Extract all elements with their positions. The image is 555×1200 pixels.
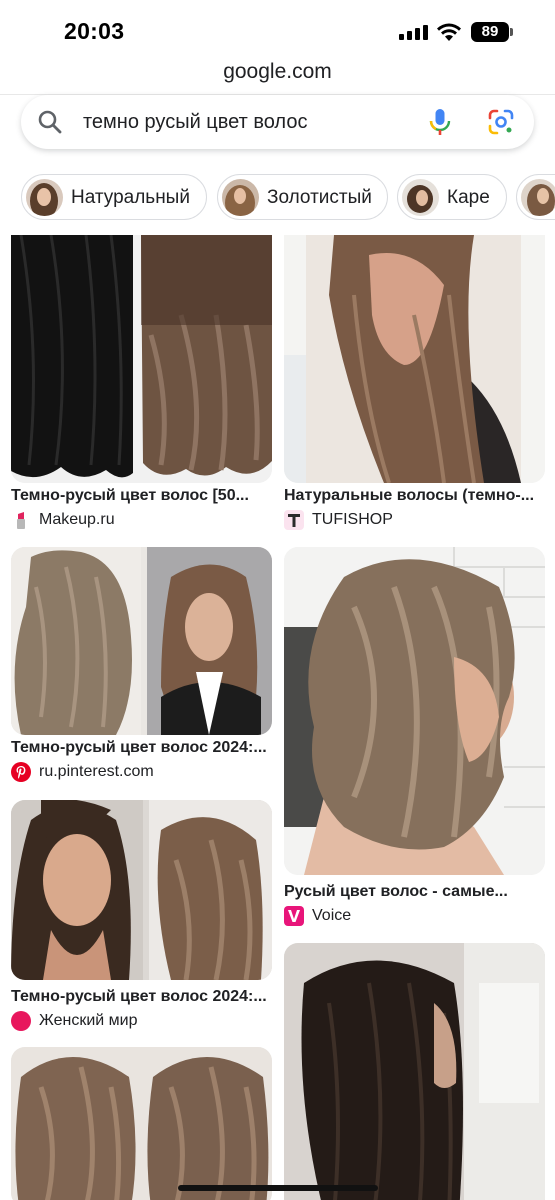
image-result[interactable]: Русый цвет волос - самые... Voice bbox=[284, 547, 545, 927]
result-image[interactable] bbox=[284, 547, 545, 875]
result-image[interactable] bbox=[11, 547, 272, 735]
chip-natural[interactable]: Натуральный bbox=[21, 174, 207, 220]
browser-url[interactable]: google.com bbox=[0, 60, 555, 84]
home-indicator[interactable] bbox=[178, 1185, 378, 1191]
result-title[interactable]: Темно-русый цвет волос 2024:... bbox=[11, 739, 272, 757]
image-result[interactable]: Темно-русый цвет волос 2024:... Женский … bbox=[11, 800, 272, 1036]
status-bar: 20:03 89 bbox=[0, 0, 555, 60]
result-title[interactable]: Натуральные волосы (темно-... bbox=[284, 487, 545, 505]
result-source: Voice bbox=[312, 907, 352, 924]
search-input[interactable] bbox=[83, 109, 403, 135]
chip-thumbnail bbox=[521, 179, 555, 216]
battery-tip-icon bbox=[510, 28, 513, 36]
pinterest-icon bbox=[11, 762, 31, 782]
image-result[interactable]: Темно-русый цвет волос [50... Makeup.ru bbox=[11, 235, 272, 535]
microphone-icon[interactable] bbox=[427, 108, 453, 136]
result-source: ru.pinterest.com bbox=[39, 763, 154, 780]
image-result[interactable]: Темно-русый цвет волос 2024:... ru.pinte… bbox=[11, 547, 272, 785]
chip-thumbnail bbox=[402, 179, 439, 216]
result-image[interactable] bbox=[284, 235, 545, 483]
chip-label: Каре bbox=[447, 187, 490, 208]
google-lens-icon[interactable] bbox=[487, 108, 515, 136]
search-icon[interactable] bbox=[37, 109, 63, 135]
filter-chips: Натуральный Золотистый Каре bbox=[21, 174, 555, 220]
cellular-signal-icon bbox=[399, 24, 429, 40]
result-image[interactable] bbox=[284, 943, 545, 1200]
battery-indicator: 89 bbox=[471, 22, 509, 42]
tufishop-logo-icon bbox=[284, 510, 304, 530]
status-time: 20:03 bbox=[64, 18, 125, 44]
result-source: Makeup.ru bbox=[39, 511, 115, 528]
wifi-icon bbox=[437, 23, 461, 41]
voice-logo-icon bbox=[284, 906, 304, 926]
result-image[interactable] bbox=[11, 235, 272, 483]
result-title[interactable]: Темно-русый цвет волос [50... bbox=[11, 487, 272, 505]
result-image[interactable] bbox=[11, 1047, 272, 1200]
chip-more[interactable] bbox=[516, 174, 555, 220]
search-bar[interactable] bbox=[21, 95, 534, 149]
chip-label: Натуральный bbox=[71, 187, 190, 208]
result-source: TUFISHOP bbox=[312, 511, 393, 528]
chip-bob[interactable]: Каре bbox=[397, 174, 507, 220]
chip-golden[interactable]: Золотистый bbox=[217, 174, 388, 220]
zhenskiy-mir-icon bbox=[11, 1011, 31, 1031]
result-title[interactable]: Русый цвет волос - самые... bbox=[284, 883, 545, 901]
lipstick-icon bbox=[11, 510, 31, 530]
chip-label: Золотистый bbox=[267, 187, 372, 208]
image-result[interactable] bbox=[11, 1047, 272, 1200]
chip-thumbnail bbox=[222, 179, 259, 216]
image-result[interactable] bbox=[284, 943, 545, 1200]
chip-thumbnail bbox=[26, 179, 63, 216]
result-image[interactable] bbox=[11, 800, 272, 980]
result-title[interactable]: Темно-русый цвет волос 2024:... bbox=[11, 988, 272, 1006]
image-result[interactable]: Натуральные волосы (темно-... TUFISHOP bbox=[284, 235, 545, 535]
result-source: Женский мир bbox=[39, 1012, 138, 1029]
